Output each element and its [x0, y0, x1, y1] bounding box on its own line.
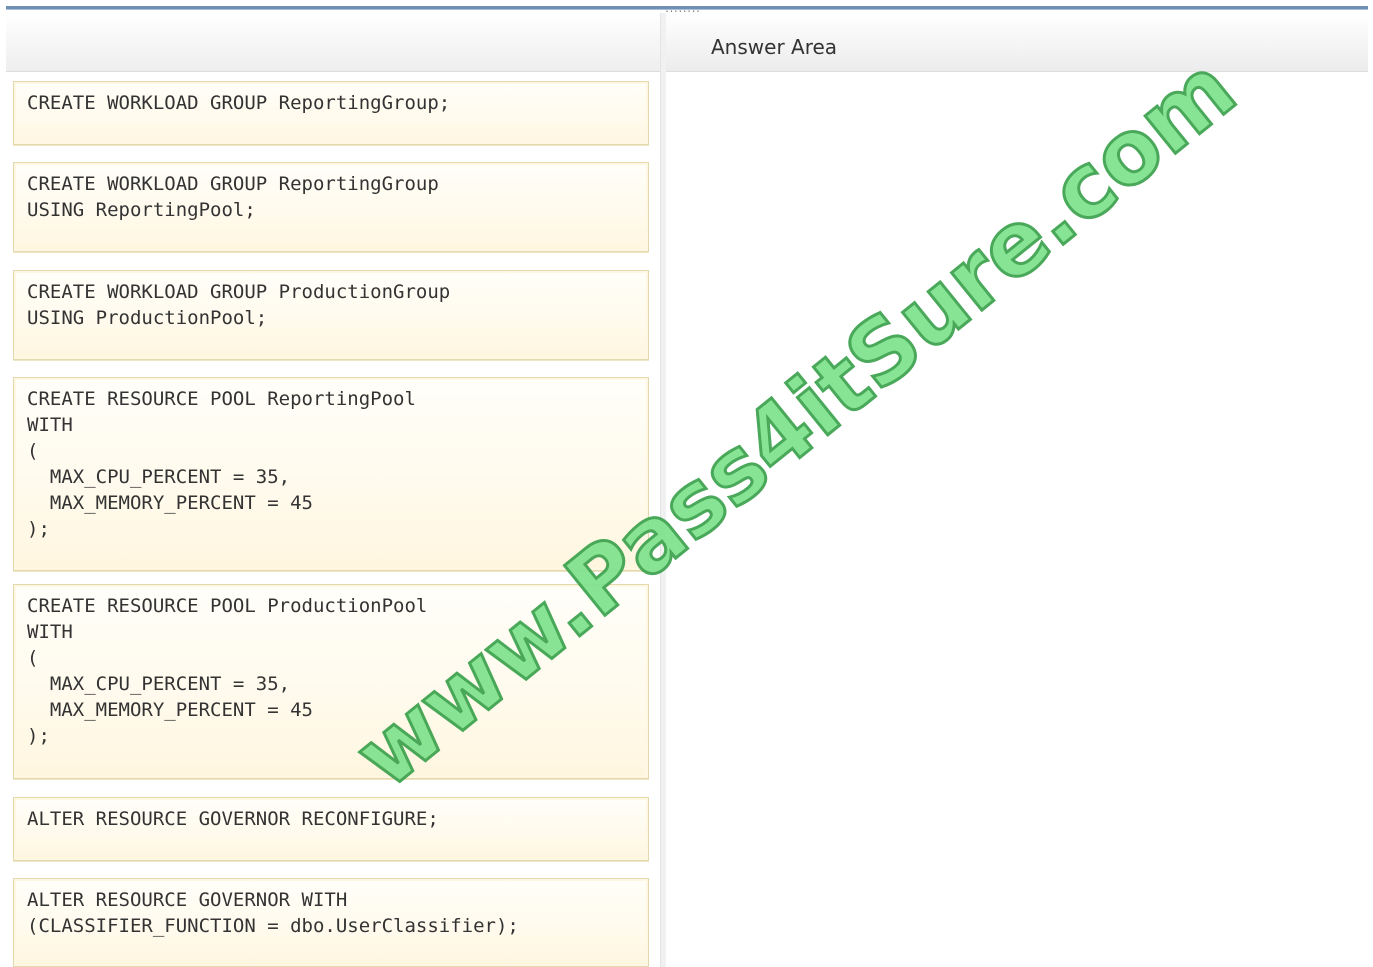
code-block-text: CREATE RESOURCE POOL ReportingPool WITH …	[27, 388, 416, 540]
source-panel: CREATE WORKLOAD GROUP ReportingGroup; CR…	[6, 13, 660, 967]
draggable-code-block-5[interactable]: CREATE RESOURCE POOL ProductionPool WITH…	[13, 584, 649, 779]
answer-area-panel[interactable]: Answer Area	[666, 13, 1368, 967]
code-block-text: CREATE WORKLOAD GROUP ProductionGroup US…	[27, 281, 451, 329]
code-block-text: CREATE WORKLOAD GROUP ReportingGroup USI…	[27, 173, 439, 221]
draggable-code-block-4[interactable]: CREATE RESOURCE POOL ReportingPool WITH …	[13, 377, 649, 571]
draggable-code-block-6[interactable]: ALTER RESOURCE GOVERNOR RECONFIGURE;	[13, 797, 649, 861]
draggable-code-block-1[interactable]: CREATE WORKLOAD GROUP ReportingGroup;	[13, 81, 649, 145]
answer-area-title: Answer Area	[711, 35, 838, 59]
code-block-text: ALTER RESOURCE GOVERNOR RECONFIGURE;	[27, 808, 439, 830]
code-block-text: ALTER RESOURCE GOVERNOR WITH (CLASSIFIER…	[27, 889, 519, 937]
draggable-code-block-2[interactable]: CREATE WORKLOAD GROUP ReportingGroup USI…	[13, 162, 649, 252]
draggable-code-block-3[interactable]: CREATE WORKLOAD GROUP ProductionGroup US…	[13, 270, 649, 360]
code-block-text: CREATE RESOURCE POOL ProductionPool WITH…	[27, 595, 428, 747]
code-block-text: CREATE WORKLOAD GROUP ReportingGroup;	[27, 92, 451, 114]
drag-drop-question-frame: :::::::: CREATE WORKLOAD GROUP Reporting…	[6, 0, 1368, 967]
source-panel-header	[6, 13, 660, 72]
answer-area-header: Answer Area	[666, 13, 1368, 72]
draggable-code-block-7[interactable]: ALTER RESOURCE GOVERNOR WITH (CLASSIFIER…	[13, 878, 649, 967]
